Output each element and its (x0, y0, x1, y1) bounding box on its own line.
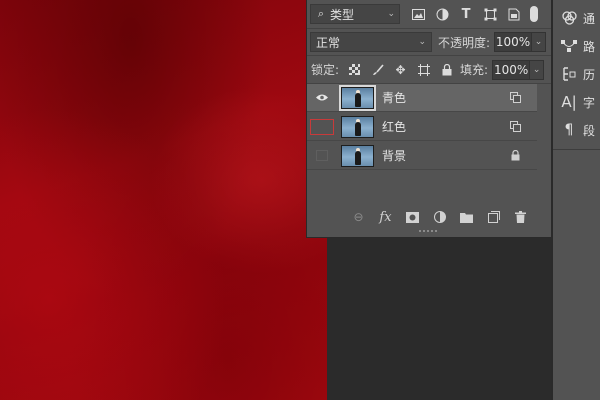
layer-thumbnail[interactable] (339, 84, 376, 111)
layer-row[interactable]: 背景 (307, 142, 537, 170)
lock-position-icon[interactable]: ✥ (389, 60, 412, 80)
lock-image-pixels-icon[interactable] (366, 60, 389, 80)
thumbnail-figure (355, 121, 361, 136)
paragraph-label: 段 (583, 123, 596, 138)
layer-name[interactable]: 青色 (382, 89, 505, 106)
opacity-label: 不透明度: (438, 35, 491, 50)
new-layer-icon[interactable] (480, 207, 507, 227)
paragraph-icon: ¶ (564, 122, 574, 138)
lock-transparent-pixels-icon[interactable] (343, 60, 366, 80)
visibility-toggle[interactable] (307, 84, 337, 112)
lock-label: 锁定: (311, 63, 340, 77)
lock-all-icon[interactable] (435, 60, 458, 80)
panel-resize-grip[interactable] (419, 230, 439, 234)
layers-panel: ⌕ 类型 ⌄ T 正常 ⌄ 不透明度: 100% ⌄ 锁定: ✥ 填充: 100… (306, 0, 552, 238)
fill-label: 填充: (460, 63, 489, 77)
new-group-icon[interactable] (453, 207, 480, 227)
group-link-icon (505, 117, 525, 137)
chevron-down-icon: ⌄ (387, 9, 395, 19)
layers-bottom-toolbar: ⊖ fx (307, 206, 552, 228)
layer-filter-value: 类型 (330, 7, 355, 22)
filter-icons: T (406, 4, 526, 24)
layer-row[interactable]: 青色 (307, 84, 537, 112)
blend-row: 正常 ⌄ 不透明度: 100% ⌄ (307, 29, 552, 55)
search-icon: ⌕ (317, 7, 325, 20)
visibility-toggle[interactable] (307, 113, 337, 141)
lock-artboard-icon[interactable] (412, 60, 435, 80)
history-icon (561, 66, 577, 82)
history-panel-tab[interactable]: 历 (553, 61, 600, 87)
layer-thumbnail[interactable] (341, 115, 374, 138)
blend-mode-value: 正常 (316, 35, 341, 50)
dock-divider (553, 149, 600, 150)
paragraph-panel-tab[interactable]: ¶ 段 (553, 117, 600, 143)
workspace-background (327, 236, 550, 400)
layer-filter-row: ⌕ 类型 ⌄ T (307, 0, 552, 28)
blend-mode-select[interactable]: 正常 ⌄ (310, 32, 432, 52)
delete-icon[interactable] (507, 207, 534, 227)
thumbnail-figure (355, 150, 361, 165)
adjustment-layer-icon[interactable] (426, 207, 453, 227)
fx-icon[interactable]: fx (372, 207, 399, 227)
layer-name[interactable]: 红色 (382, 118, 505, 135)
type-filter-icon[interactable]: T (454, 4, 478, 24)
layer-row[interactable]: 红色 (307, 113, 537, 141)
channels-label: 通 (583, 11, 596, 26)
thumbnail-figure (355, 92, 361, 107)
hidden-visibility-box (310, 118, 334, 135)
collapsed-panels-dock: 通 路 历 A| 字 ¶ 段 (553, 0, 600, 400)
history-label: 历 (583, 67, 596, 82)
paths-label: 路 (583, 39, 596, 54)
opacity-dropdown-button[interactable]: ⌄ (532, 32, 547, 52)
opacity-input[interactable]: 100% (494, 32, 533, 52)
layer-thumbnail[interactable] (341, 144, 374, 167)
image-filter-icon[interactable] (406, 4, 430, 24)
chevron-down-icon: ⌄ (534, 37, 543, 47)
smart-object-filter-icon[interactable] (502, 4, 526, 24)
paths-icon (561, 38, 577, 54)
hidden-visibility-box (316, 150, 328, 161)
add-mask-icon[interactable] (399, 207, 426, 227)
layer-name[interactable]: 背景 (382, 147, 505, 164)
eye-icon (316, 94, 328, 101)
layer-filter-select[interactable]: ⌕ 类型 ⌄ (310, 4, 400, 24)
chevron-down-icon: ⌄ (532, 64, 541, 75)
document-canvas[interactable] (0, 0, 327, 400)
fill-input[interactable]: 100% (492, 59, 531, 80)
group-link-icon (505, 88, 525, 108)
lock-row: 锁定: ✥ 填充: 100% ⌄ (307, 56, 552, 83)
chevron-down-icon: ⌄ (418, 37, 426, 47)
fill-dropdown-button[interactable]: ⌄ (530, 59, 545, 80)
lock-icon (505, 146, 525, 166)
character-icon: A| (561, 93, 577, 111)
adjustment-filter-icon[interactable] (430, 4, 454, 24)
visibility-toggle[interactable] (307, 142, 337, 170)
channels-icon (561, 10, 577, 26)
character-label: 字 (583, 95, 596, 110)
lock-icons: ✥ (343, 60, 458, 80)
character-panel-tab[interactable]: A| 字 (553, 89, 600, 115)
filter-toggle-switch[interactable] (530, 6, 538, 22)
shape-filter-icon[interactable] (478, 4, 502, 24)
paths-panel-tab[interactable]: 路 (553, 33, 600, 59)
link-layers-icon[interactable]: ⊖ (345, 207, 372, 227)
channels-panel-tab[interactable]: 通 (553, 5, 600, 31)
